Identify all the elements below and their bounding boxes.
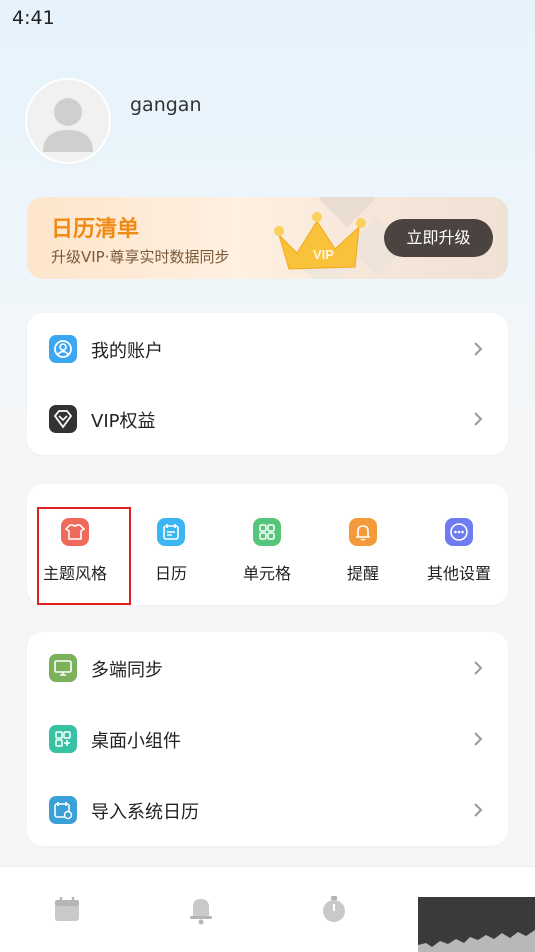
- widget-icon: [49, 725, 77, 753]
- chevron-right-icon: [468, 658, 488, 678]
- grid-item-label: 其他设置: [426, 564, 491, 583]
- chevron-right-icon: [468, 409, 488, 429]
- crown-icon: VIP: [274, 212, 366, 270]
- import-calendar-icon: [49, 796, 77, 824]
- grid-item-other-settings[interactable]: 其他设置: [411, 484, 507, 605]
- chevron-right-icon: [468, 800, 488, 820]
- menu-item-label: 桌面小组件: [91, 731, 181, 752]
- default-avatar-icon: [27, 80, 109, 162]
- menu-item-multi-device-sync[interactable]: 多端同步: [27, 634, 508, 702]
- menu-item-label: 我的账户: [91, 341, 163, 362]
- vip-banner-title: 日历清单: [51, 217, 140, 242]
- bell-tab-icon[interactable]: [183, 891, 219, 927]
- menu-item-import-system-calendar[interactable]: 导入系统日历: [27, 776, 508, 844]
- username[interactable]: gangan: [130, 94, 202, 116]
- selection-highlight-box: [37, 507, 131, 605]
- profile-header: gangan: [0, 80, 535, 170]
- menu-item-my-account[interactable]: 我的账户: [27, 315, 508, 383]
- account-card: 我的账户 VIP权益: [27, 313, 508, 455]
- grid-item-label: 单元格: [242, 564, 291, 583]
- menu-item-desktop-widget[interactable]: 桌面小组件: [27, 705, 508, 773]
- grid-item-reminder[interactable]: 提醒: [315, 484, 411, 605]
- status-bar: 4:41: [0, 0, 535, 36]
- upgrade-button[interactable]: 立即升级: [384, 219, 493, 257]
- sync-devices-icon: [49, 654, 77, 682]
- menu-item-label: VIP权益: [91, 411, 156, 432]
- menu-item-label: 导入系统日历: [91, 802, 199, 823]
- menu-item-vip-benefits[interactable]: VIP权益: [27, 385, 508, 453]
- menu-item-label: 多端同步: [91, 660, 163, 681]
- bell-icon: [349, 518, 377, 546]
- calendar-tab-icon[interactable]: [49, 891, 85, 927]
- chevron-right-icon: [468, 729, 488, 749]
- avatar[interactable]: [27, 80, 109, 162]
- grid-item-label: 提醒: [346, 564, 379, 583]
- chevron-right-icon: [468, 339, 488, 359]
- crown-vip-text: VIP: [313, 247, 334, 262]
- bottom-nav: [0, 866, 535, 952]
- vip-banner[interactable]: 日历清单 升级VIP·尊享实时数据同步 VIP 立即升级: [27, 197, 508, 279]
- vip-banner-subtitle: 升级VIP·尊享实时数据同步: [51, 248, 230, 266]
- settings-card: 多端同步 桌面小组件 导入系统日历: [27, 632, 508, 846]
- grid-item-calendar[interactable]: 日历: [123, 484, 219, 605]
- status-time: 4:41: [12, 7, 55, 29]
- calendar-icon: [157, 518, 185, 546]
- account-icon: [49, 335, 77, 363]
- grid-item-cells[interactable]: 单元格: [219, 484, 315, 605]
- vip-diamond-icon: [49, 405, 77, 433]
- more-icon: [445, 518, 473, 546]
- preview-thumbnail: [418, 897, 535, 952]
- timer-tab-icon[interactable]: [316, 891, 352, 927]
- grid-item-label: 日历: [154, 564, 187, 583]
- grid-cells-icon: [253, 518, 281, 546]
